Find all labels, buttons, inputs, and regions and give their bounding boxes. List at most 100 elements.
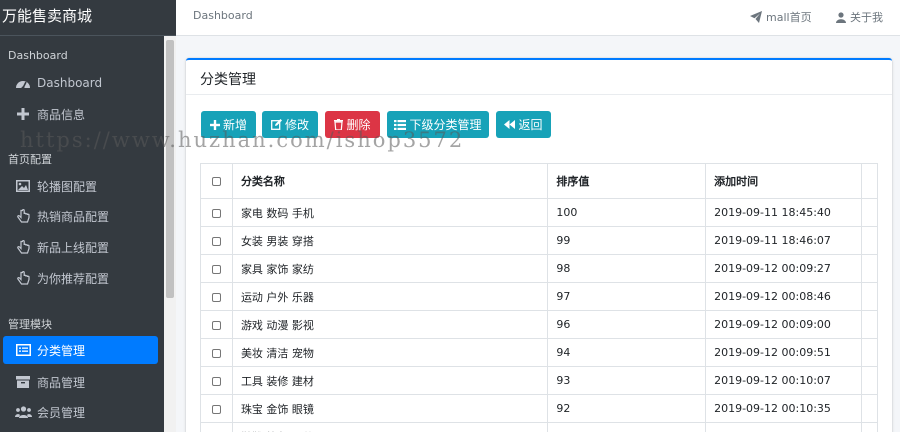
row-checkbox[interactable]	[211, 264, 221, 274]
sidebar-item-label: 商品信息	[37, 107, 86, 122]
row-checkbox[interactable]	[211, 320, 221, 330]
sidebar-item-dashboard[interactable]: Dashboard	[3, 69, 158, 97]
cell-rank: 93	[547, 366, 707, 395]
hand-pointer-icon	[13, 271, 33, 285]
row-select-cell	[200, 310, 233, 339]
table-row[interactable]: 珠宝 金饰 眼镜 92 2019-09-12 00:10:35	[200, 394, 878, 423]
cell-extra	[861, 226, 878, 255]
category-card: 分类管理 新增 修改 删除 下级分类管理 返回 分类名称 排序值 添加时间 家电…	[186, 58, 892, 432]
about-me-label: 关于我	[850, 11, 883, 24]
row-checkbox[interactable]	[211, 208, 221, 218]
cell-created-time: 2019-09-11 18:45:40	[705, 198, 863, 227]
sidebar-scroll-thumb[interactable]	[166, 40, 174, 298]
sub-category-button[interactable]: 下级分类管理	[387, 111, 489, 138]
row-select-cell	[200, 282, 233, 311]
cell-created-time: 2019-09-12 00:10:07	[705, 366, 863, 395]
card-title: 分类管理	[200, 72, 256, 88]
header-rank[interactable]: 排序值	[547, 163, 707, 199]
header-category-name[interactable]: 分类名称	[231, 163, 549, 199]
cell-created-time: 2019-09-12 00:10:35	[705, 394, 863, 423]
header-created-time[interactable]: 添加时间	[705, 163, 863, 199]
row-select-cell	[200, 254, 233, 283]
table-row[interactable]: 运动 户外 乐器 97 2019-09-12 00:08:46	[200, 282, 878, 311]
cell-category-name: 家具 家饰 家纺	[231, 254, 549, 283]
cell-rank: 91	[547, 422, 707, 432]
table-body: 家电 数码 手机 100 2019-09-11 18:45:40 女装 男装 穿搭 99…	[200, 198, 878, 432]
sidebar-item-label: 商品管理	[37, 375, 86, 390]
sidebar-item-label: 为你推荐配置	[37, 271, 110, 286]
list-icon	[13, 344, 33, 356]
mall-home-link[interactable]: mall首页	[750, 9, 812, 25]
sidebar-item-product-info[interactable]: 商品信息	[3, 100, 158, 128]
table-row[interactable]: 游戏 动漫 影视 96 2019-09-12 00:09:00	[200, 310, 878, 339]
sidebar: 万能售卖商城 Dashboard Dashboard 商品信息 首页配置 轮播图…	[0, 0, 176, 432]
sub-category-button-label: 下级分类管理	[409, 118, 482, 132]
about-me-link[interactable]: 关于我	[836, 9, 883, 25]
sidebar-scrollbar[interactable]	[164, 36, 176, 432]
table-row[interactable]: 女装 男装 穿搭 99 2019-09-11 18:46:07	[200, 226, 878, 255]
delete-button-label: 删除	[346, 118, 371, 132]
table-row[interactable]: 家具 家饰 家纺 98 2019-09-12 00:09:27	[200, 254, 878, 283]
row-select-cell	[200, 338, 233, 367]
select-all-checkbox[interactable]	[211, 177, 221, 186]
paper-plane-icon	[750, 11, 762, 23]
cell-category-name: 女装 男装 穿搭	[231, 226, 549, 255]
cell-extra	[861, 338, 878, 367]
table-row[interactable]: 工具 装修 建材 93 2019-09-12 00:10:07	[200, 366, 878, 395]
row-select-cell	[200, 198, 233, 227]
edit-button[interactable]: 修改	[262, 111, 318, 138]
row-checkbox[interactable]	[211, 348, 221, 358]
cell-created-time: 2019-09-12 00:09:00	[705, 310, 863, 339]
sidebar-item-label: 新品上线配置	[37, 240, 110, 255]
row-checkbox[interactable]	[211, 236, 221, 246]
row-select-cell	[200, 422, 233, 432]
breadcrumb[interactable]: Dashboard	[193, 9, 253, 22]
sidebar-item-label: 轮播图配置	[37, 179, 98, 194]
cell-rank: 94	[547, 338, 707, 367]
cell-extra	[861, 254, 878, 283]
row-checkbox[interactable]	[211, 292, 221, 302]
sidebar-item-carousel-config[interactable]: 轮播图配置	[3, 172, 158, 200]
add-button-label: 新增	[222, 118, 247, 132]
table-header-row: 分类名称 排序值 添加时间	[200, 163, 878, 199]
sidebar-item-category-manage[interactable]: 分类管理	[3, 336, 158, 364]
cell-rank: 98	[547, 254, 707, 283]
sidebar-item-goods-manage[interactable]: 商品管理	[3, 368, 158, 396]
cell-category-name: 工具 装修 建材	[231, 366, 549, 395]
users-icon	[13, 406, 33, 418]
row-select-cell	[200, 226, 233, 255]
delete-button[interactable]: 删除	[325, 111, 380, 138]
sidebar-section-home-config: 首页配置	[8, 153, 52, 166]
plus-icon	[209, 119, 220, 130]
image-icon	[13, 180, 33, 192]
sidebar-item-member-manage[interactable]: 会员管理	[3, 398, 158, 426]
select-all-cell	[200, 163, 233, 199]
sidebar-item-hot-config[interactable]: 热销商品配置	[3, 202, 158, 230]
sidebar-section-manage: 管理模块	[8, 318, 52, 331]
cell-created-time: 2019-09-11 18:46:07	[705, 226, 863, 255]
back-button[interactable]: 返回	[496, 111, 551, 138]
backward-icon	[504, 120, 516, 129]
dashboard-icon	[13, 77, 33, 89]
user-icon	[836, 11, 846, 23]
table-row[interactable]: 家电 数码 手机 100 2019-09-11 18:45:40	[200, 198, 878, 227]
sidebar-item-new-config[interactable]: 新品上线配置	[3, 233, 158, 261]
header-extra	[861, 163, 878, 199]
table-row[interactable]: 美妆 清洁 宠物 94 2019-09-12 00:09:51	[200, 338, 878, 367]
app-title[interactable]: 万能售卖商城	[0, 0, 176, 36]
sidebar-section-dashboard: Dashboard	[8, 49, 68, 62]
cell-extra	[861, 394, 878, 423]
cell-rank: 92	[547, 394, 707, 423]
plus-icon	[13, 108, 33, 120]
table-row[interactable]: 鞋靴 箱包 配件912019-09-12 00:11:30	[200, 422, 878, 432]
topbar: Dashboard mall首页 关于我	[176, 0, 900, 36]
cell-created-time: 2019-09-12 00:08:46	[705, 282, 863, 311]
sidebar-item-recommend-config[interactable]: 为你推荐配置	[3, 264, 158, 292]
add-button[interactable]: 新增	[201, 111, 256, 138]
list-icon	[394, 119, 407, 130]
row-checkbox[interactable]	[211, 376, 221, 386]
cell-created-time: 2019-09-12 00:09:51	[705, 338, 863, 367]
row-checkbox[interactable]	[211, 404, 221, 414]
card-divider	[186, 94, 892, 95]
cell-category-name: 珠宝 金饰 眼镜	[231, 394, 549, 423]
